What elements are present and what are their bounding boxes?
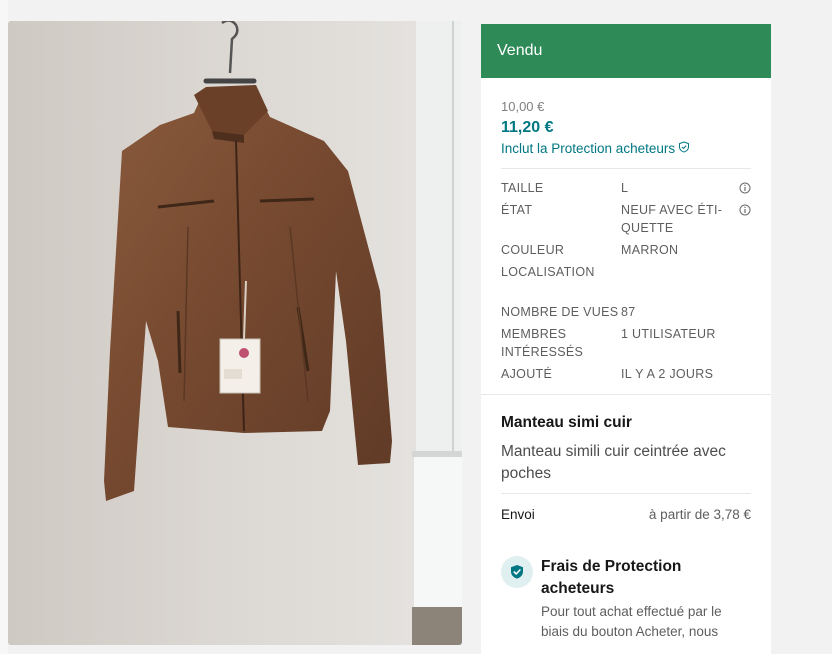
detail-value [621, 263, 739, 281]
detail-label: NOMBRE DE VUES [501, 305, 619, 319]
info-circle-icon[interactable] [739, 204, 751, 216]
info-circle-icon[interactable] [739, 182, 751, 194]
detail-row-condition: ÉTAT NEUF AVEC ÉTI- QUETTE [501, 201, 751, 237]
detail-label: MEMBRES INTÉRESSÉS [501, 327, 584, 359]
detail-label: AJOUTÉ [501, 367, 553, 381]
detail-label: COULEUR [501, 243, 565, 257]
detail-value: L [621, 181, 629, 195]
detail-row-size: TAILLE L [501, 179, 751, 197]
detail-value: 1 UTILISATEUR [621, 327, 716, 341]
shipping-price: à partir de 3,78 € [648, 507, 751, 522]
shield-check-icon [501, 556, 533, 588]
item-details-list: TAILLE L ÉTAT NEUF AVEC ÉTI- QUETTE COUL… [481, 169, 771, 383]
item-title: Manteau simi cuir [501, 414, 632, 431]
left-edge [0, 0, 8, 654]
shield-check-icon [678, 139, 690, 159]
sold-status-banner: Vendu [481, 24, 771, 78]
detail-row-views: NOMBRE DE VUES 87 [501, 303, 751, 321]
buyer-protection-link[interactable]: Inclut la Protection acheteurs [501, 139, 751, 159]
item-side-panel: Vendu 10,00 € 11,20 € Inclut la Protecti… [481, 24, 771, 654]
fees-description: Pour tout achat effectué par le biais du… [541, 604, 722, 639]
buyer-protection-label: Inclut la Protection acheteurs [501, 141, 676, 156]
detail-value: MARRON [621, 243, 679, 257]
price-block: 10,00 € 11,20 € Inclut la Protection ach… [481, 78, 771, 159]
detail-value: NEUF AVEC ÉTI- QUETTE [621, 203, 723, 235]
detail-label: LOCALISATION [501, 265, 595, 279]
shipping-row: Envoi à partir de 3,78 € [481, 494, 771, 525]
detail-value: 87 [621, 305, 636, 319]
detail-row-color: COULEUR MARRON [501, 241, 751, 259]
detail-row-location: LOCALISATION [501, 263, 751, 281]
fees-text-block: Frais de Protection acheteurs Pour tout … [541, 556, 751, 642]
jacket-photo-image [8, 21, 462, 645]
fees-title: Frais de Protection acheteurs [541, 558, 682, 597]
detail-row-added: AJOUTÉ IL Y A 2 JOURS [501, 365, 751, 383]
price-original: 10,00 € [501, 99, 545, 114]
buyer-protection-fees-block: Frais de Protection acheteurs Pour tout … [481, 525, 771, 642]
detail-row-interested: MEMBRES INTÉRESSÉS 1 UTILISATEUR [501, 325, 751, 361]
detail-label: ÉTAT [501, 203, 533, 217]
item-description: Manteau simili cuir ceintrée avec poches [501, 443, 726, 482]
price-with-protection: 11,20 € [501, 119, 554, 136]
item-photo[interactable] [8, 21, 462, 645]
detail-label: TAILLE [501, 181, 544, 195]
page-background-right [771, 0, 832, 654]
item-description-block: Manteau simi cuir Manteau simili cuir ce… [481, 395, 771, 485]
shipping-label: Envoi [501, 507, 535, 522]
detail-value: IL Y A 2 JOURS [621, 367, 714, 381]
